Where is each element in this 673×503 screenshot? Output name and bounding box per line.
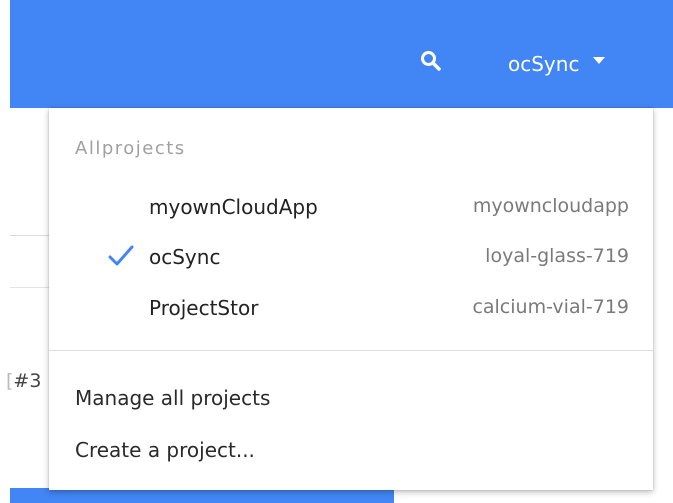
project-id: loyal-glass-719 <box>485 245 629 267</box>
create-project-link[interactable]: Create a project... <box>75 438 255 462</box>
project-name: ocSync <box>149 245 221 269</box>
search-button[interactable] <box>412 42 450 80</box>
background-left-margin <box>0 0 10 503</box>
menu-header: Allprojects <box>75 138 186 159</box>
search-icon <box>421 51 441 71</box>
page: ocSync [#3 Allprojects myownCloudApp myo… <box>0 0 673 503</box>
menu-divider <box>49 350 653 351</box>
project-switcher[interactable]: ocSync <box>508 44 606 84</box>
project-item-myowncloudapp[interactable]: myownCloudApp myowncloudapp <box>49 182 653 232</box>
checkmark-icon <box>108 245 134 266</box>
caret-down-icon <box>593 56 606 64</box>
project-id: calcium-vial-719 <box>472 296 629 318</box>
current-project-label: ocSync <box>508 52 580 76</box>
project-item-projectstor[interactable]: ProjectStor calcium-vial-719 <box>49 283 653 333</box>
background-divider <box>10 287 50 288</box>
project-name: ProjectStor <box>149 296 259 320</box>
project-id: myowncloudapp <box>472 195 629 217</box>
manage-all-projects-link[interactable]: Manage all projects <box>75 386 270 410</box>
background-divider <box>10 235 50 236</box>
background-partial-text: [#3 <box>6 370 42 392</box>
project-dropdown-menu: Allprojects myownCloudApp myowncloudapp … <box>49 108 653 490</box>
project-item-ocsync[interactable]: ocSync loyal-glass-719 <box>49 232 653 282</box>
project-name: myownCloudApp <box>149 195 318 219</box>
background-button-edge <box>10 488 394 503</box>
